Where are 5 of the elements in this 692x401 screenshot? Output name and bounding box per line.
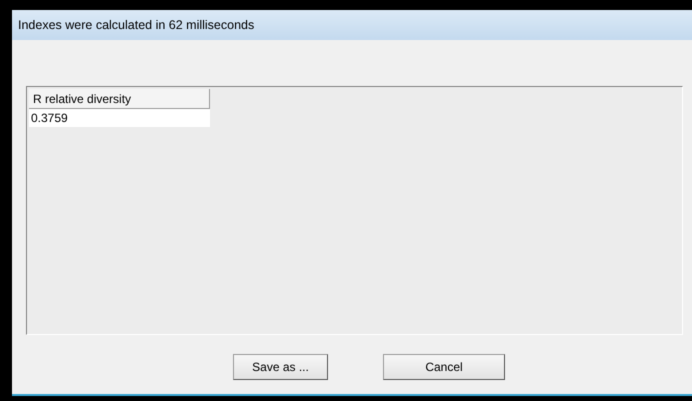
cancel-button[interactable]: Cancel [383, 354, 505, 380]
window-title: Indexes were calculated in 62 milliseconds [18, 18, 254, 32]
column-header: R relative diversity [29, 89, 210, 108]
save-as-button[interactable]: Save as ... [233, 354, 328, 380]
table-cell: 0.3759 [29, 108, 210, 127]
